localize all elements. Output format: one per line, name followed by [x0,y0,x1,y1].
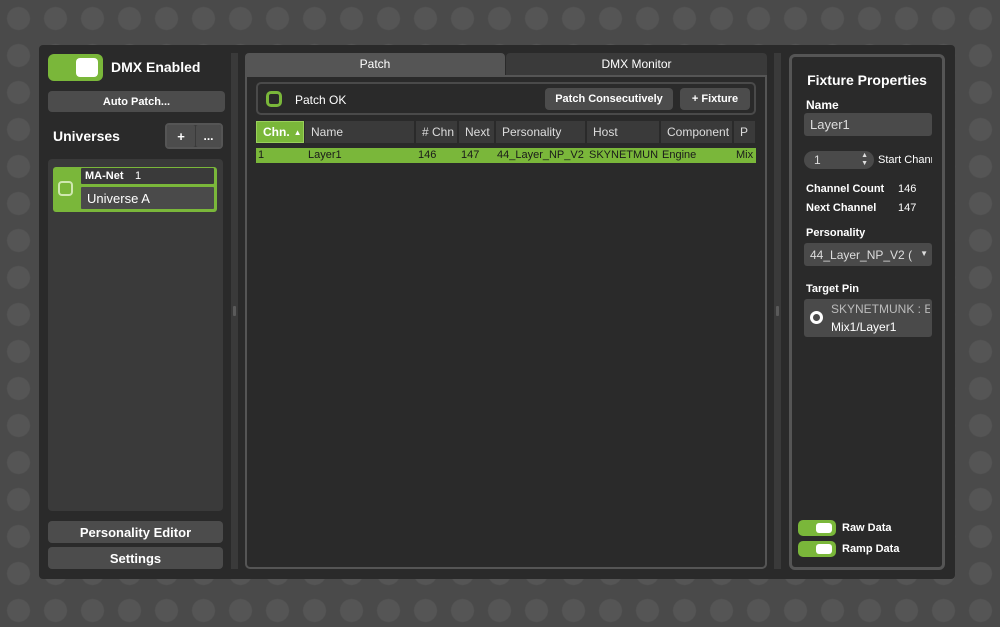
left-panel: DMX Enabled Auto Patch... Universes + ..… [39,45,232,579]
patch-ok-indicator [266,91,282,107]
fixture-name-input[interactable]: Layer1 [804,113,932,136]
next-channel-label: Next Channel [806,202,877,214]
start-channel-spinbox[interactable]: 1 ▲ ▼ [804,151,874,169]
panel-title: Fixture Properties [807,72,927,88]
fixture-table: Chn. ▲ Name # Chn Next Personality Host … [256,121,756,561]
tab-patch[interactable]: Patch [245,53,505,75]
column-header-name[interactable]: Name [305,121,415,143]
cell-personality: 44_Layer_NP_V2 [497,149,584,161]
splitter-grip [776,306,779,316]
table-header: Chn. ▲ Name # Chn Next Personality Host … [256,121,756,143]
universe-number: 1 [135,170,142,182]
raw-data-label: Raw Data [842,522,892,534]
cell-p: Mix [736,149,754,161]
dmx-patch-window: DMX Enabled Auto Patch... Universes + ..… [39,45,955,579]
column-header-next[interactable]: Next [459,121,495,143]
left-splitter[interactable] [231,53,238,569]
ramp-data-toggle[interactable] [798,541,836,557]
sort-ascending-icon: ▲ [293,127,302,137]
toggle-knob [76,58,98,77]
auto-patch-button[interactable]: Auto Patch... [48,91,225,112]
personality-selected: 44_Layer_NP_V2 ( [810,247,913,262]
spin-up-icon[interactable]: ▲ [861,152,868,159]
name-label: Name [806,98,839,112]
personality-editor-button[interactable]: Personality Editor [48,521,223,543]
toggle-knob [816,544,832,554]
pin-radio-icon [810,311,823,324]
target-pin-label: Target Pin [806,283,859,295]
column-header-num-chn[interactable]: # Chn [416,121,458,143]
tab-dmx-monitor[interactable]: DMX Monitor [506,53,767,75]
universe-protocol-row: MA-Net 1 [80,167,215,185]
patch-toolbar: Patch OK Patch Consecutively + Fixture [256,82,756,115]
universe-name: Universe A [87,191,150,206]
target-pin-path: Mix1/Layer1 [831,320,897,334]
splitter-grip [233,306,236,316]
universe-name-field[interactable]: Universe A [80,186,215,210]
fixture-properties-panel: Fixture Properties Name Layer1 1 ▲ ▼ Sta… [789,54,945,570]
cell-next: 147 [461,149,480,161]
toggle-knob [816,523,832,533]
right-splitter[interactable] [774,53,781,569]
column-header-p[interactable]: P [734,121,756,143]
cell-num-chn: 146 [418,149,437,161]
add-fixture-button[interactable]: + Fixture [680,88,750,110]
chevron-down-icon: ▼ [920,249,928,258]
patch-ok-label: Patch OK [295,93,347,107]
universes-title: Universes [53,128,120,144]
target-pin-host: SKYNETMUNK : E [831,302,930,316]
target-pin-selector[interactable]: SKYNETMUNK : E Mix1/Layer1 [804,299,932,337]
universe-protocol: MA-Net [85,170,124,182]
channel-count-label: Channel Count [806,183,885,195]
patch-consecutively-button[interactable]: Patch Consecutively [545,88,673,110]
personality-dropdown[interactable]: 44_Layer_NP_V2 ( ▼ [804,243,932,266]
dmx-enabled-toggle[interactable] [48,54,103,81]
cell-component: Engine [662,149,697,161]
patch-view: Patch OK Patch Consecutively + Fixture C… [245,75,767,569]
column-header-component[interactable]: Component [661,121,733,143]
universe-item[interactable]: MA-Net 1 Universe A [53,167,217,212]
table-row[interactable]: 1 Layer1 146 147 44_Layer_NP_V2 SKYNETMU… [256,148,756,163]
add-universe-button[interactable]: + [167,125,195,147]
ramp-data-label: Ramp Data [842,543,900,555]
cell-chn: 1 [258,149,265,161]
cell-host: SKYNETMUNI [589,149,659,161]
dmx-enabled-label: DMX Enabled [111,59,201,75]
cell-name: Layer1 [308,149,342,161]
column-header-host[interactable]: Host [587,121,660,143]
raw-data-toggle[interactable] [798,520,836,536]
column-header-chn[interactable]: Chn. ▲ [256,121,304,143]
channel-count-value: 146 [898,183,917,195]
column-header-personality[interactable]: Personality [496,121,586,143]
spin-down-icon[interactable]: ▼ [861,160,868,167]
universe-enable-checkbox[interactable] [58,181,73,196]
more-options-button[interactable]: ... [196,125,221,147]
center-panel: Patch DMX Monitor Patch OK Patch Consecu… [245,53,767,569]
universe-actions: + ... [165,123,223,149]
start-channel-label: Start Chann [878,154,932,166]
settings-button[interactable]: Settings [48,547,223,569]
start-channel-value: 1 [814,153,821,167]
universe-list: MA-Net 1 Universe A [48,159,223,511]
personality-label: Personality [806,227,866,239]
column-header-label: Chn. [263,125,290,139]
next-channel-value: 147 [898,202,917,214]
